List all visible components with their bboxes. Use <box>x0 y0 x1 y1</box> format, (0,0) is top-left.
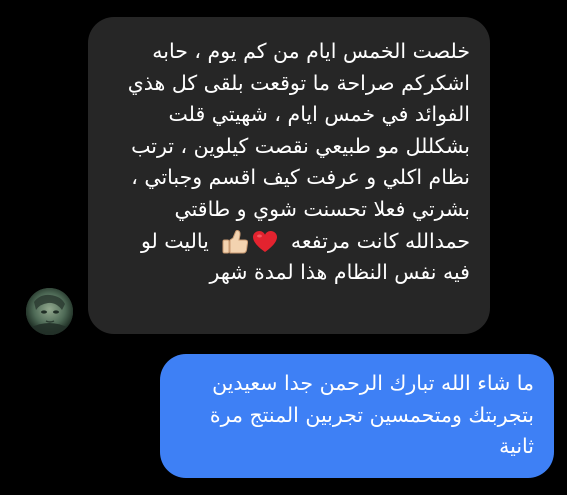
message-line: اشكركم صراحة ما توقعت بلقى كل هذي <box>127 70 470 95</box>
red-heart-icon <box>253 230 278 252</box>
message-line: بشرتي فعلا تحسنت شوي و طاقتي <box>174 196 471 221</box>
message-line: بشكللل مو طبيعي نقصت كيلوين ، ترتب <box>131 133 470 158</box>
message-line: ما شاء الله تبارك الرحمن جدا سعيدين <box>212 371 534 395</box>
outgoing-message-bubble[interactable]: ما شاء الله تبارك الرحمن جدا سعيدين بتجر… <box>160 354 554 478</box>
message-text: حمدالله كانت مرتفعه <box>290 228 470 253</box>
avatar-image <box>26 288 73 335</box>
message-text: ياليت لو <box>140 228 209 253</box>
sender-avatar[interactable] <box>26 288 73 335</box>
message-line-with-emoji: حمدالله كانت مرتفعه ياليت لو <box>102 226 470 258</box>
incoming-message-bubble[interactable]: خلصت الخمس ايام من كم يوم ، حابه اشكركم … <box>88 17 490 334</box>
message-line: نظام اكلي و عرفت كيف اقسم وجباتي ، <box>131 165 470 190</box>
message-line: بتجربتك ومتحمسين تجربين المنتج مرة <box>209 402 534 427</box>
message-line: خلصت الخمس ايام من كم يوم ، حابه <box>152 39 470 63</box>
chat-thread: خلصت الخمس ايام من كم يوم ، حابه اشكركم … <box>0 0 567 495</box>
message-line: ثانية <box>499 434 534 459</box>
thumbs-up-icon <box>222 229 249 254</box>
message-line: الفوائد في خمس ايام ، شهيتي قلت <box>168 102 470 127</box>
message-line: فيه نفس النظام هذا لمدة شهر <box>209 260 470 285</box>
emoji-group <box>221 229 278 255</box>
